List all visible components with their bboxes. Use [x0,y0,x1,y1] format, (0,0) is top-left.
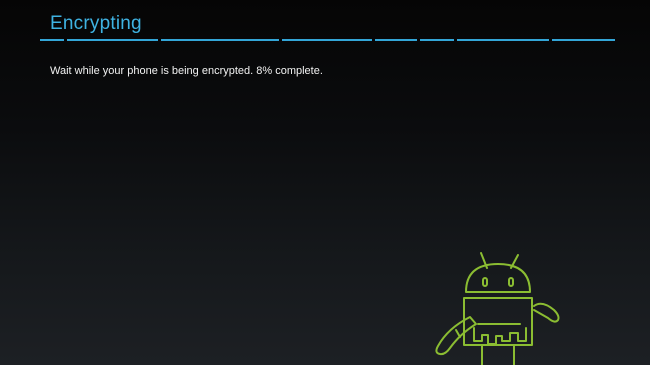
page-title: Encrypting [50,13,142,34]
android-robot-icon [435,252,560,365]
encryption-screen: Encrypting Wait while your phone is bein… [0,0,650,365]
title-divider [40,39,615,41]
encryption-status-message: Wait while your phone is being encrypted… [50,65,323,77]
